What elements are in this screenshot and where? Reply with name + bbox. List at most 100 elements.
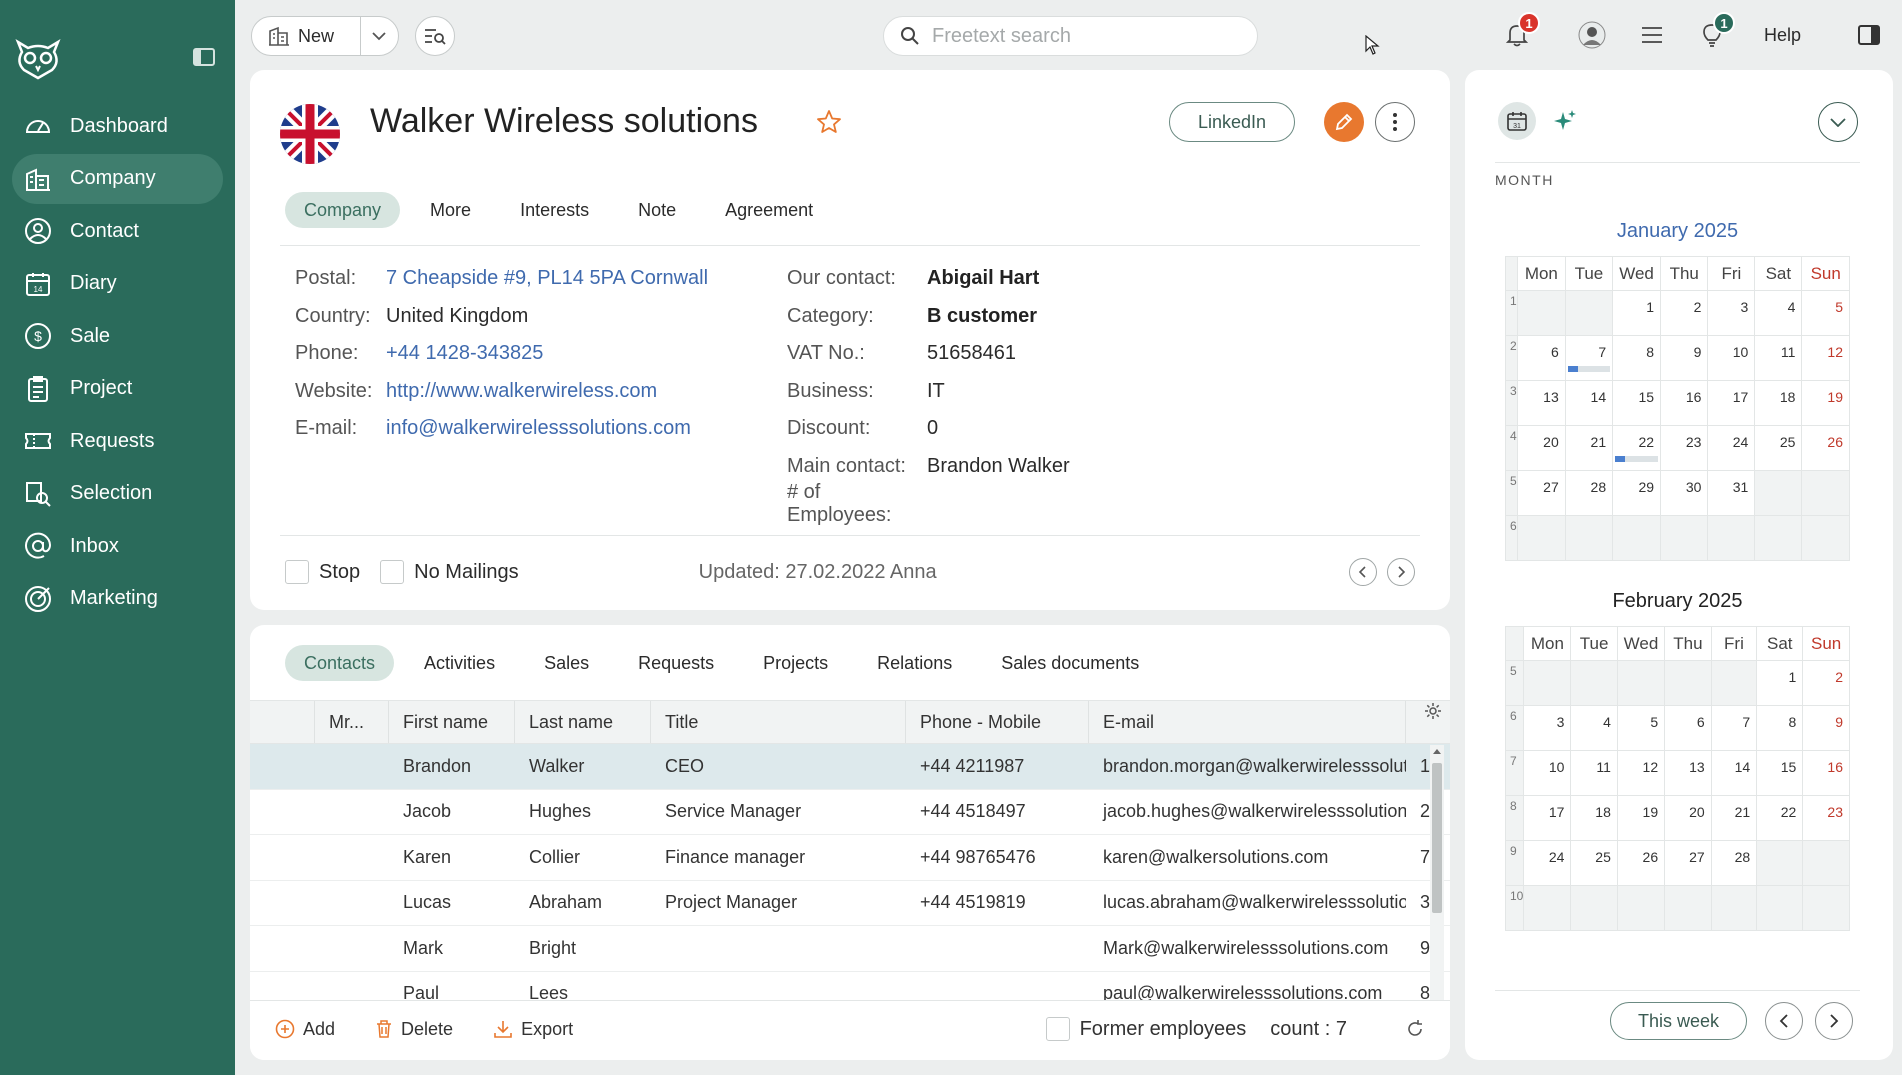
column-header[interactable]: E-mail — [1089, 701, 1406, 743]
field-value[interactable]: 7 Cheapside #9, PL14 5PA Cornwall — [386, 267, 708, 290]
calendar-day[interactable]: 4 — [1570, 705, 1618, 751]
week-number[interactable]: 6 — [1505, 515, 1518, 561]
sidebar-item-dashboard[interactable]: Dashboard — [12, 101, 223, 151]
calendar-event-bar[interactable] — [1615, 456, 1659, 462]
tab-company[interactable]: Company — [285, 192, 401, 228]
calendar-next-button[interactable] — [1815, 1002, 1853, 1040]
column-header[interactable]: Mr... — [315, 701, 389, 743]
calendar-day[interactable]: 13 — [1664, 750, 1712, 796]
calendar-day[interactable]: 12 — [1616, 750, 1666, 796]
filter-search-button[interactable] — [415, 16, 455, 56]
calendar-day[interactable]: 17 — [1707, 380, 1756, 426]
week-number[interactable]: 9 — [1504, 840, 1525, 886]
calendar-day[interactable]: 15 — [1612, 380, 1662, 426]
notifications-button[interactable]: 1 — [1500, 12, 1540, 52]
calendar-day[interactable]: 25 — [1570, 840, 1618, 886]
calendar-prev-button[interactable] — [1765, 1002, 1803, 1040]
calendar-day[interactable]: 8 — [1612, 335, 1662, 381]
calendar-day[interactable]: 11 — [1754, 335, 1803, 381]
calendar-day[interactable]: 7 — [1710, 705, 1758, 751]
field-value[interactable]: http://www.walkerwireless.com — [386, 380, 657, 403]
calendar-day[interactable]: 2 — [1802, 660, 1850, 706]
calendar-day[interactable]: 10 — [1707, 335, 1756, 381]
calendar-day[interactable]: 10 — [1523, 750, 1572, 796]
week-number[interactable]: 1 — [1505, 290, 1518, 336]
scroll-up-arrow-icon[interactable] — [1432, 747, 1442, 755]
calendar-collapse-button[interactable] — [1818, 102, 1858, 142]
sidebar-item-project[interactable]: Project — [12, 364, 223, 414]
sidebar-item-selection[interactable]: Selection — [12, 469, 223, 519]
sidebar-collapse-icon[interactable] — [193, 48, 215, 66]
week-number[interactable]: 8 — [1504, 795, 1525, 841]
calendar-day[interactable]: 1 — [1756, 660, 1804, 706]
field-value[interactable]: +44 1428-343825 — [386, 342, 543, 365]
tab-note[interactable]: Note — [619, 192, 695, 228]
calendar-day[interactable]: 25 — [1754, 425, 1803, 471]
edit-button[interactable] — [1324, 102, 1364, 142]
avatar[interactable] — [1575, 18, 1609, 52]
refresh-icon[interactable] — [1405, 1019, 1425, 1039]
calendar-day[interactable]: 19 — [1616, 795, 1666, 841]
main-menu-button[interactable] — [1635, 18, 1669, 52]
february-title[interactable]: February 2025 — [1505, 590, 1850, 613]
search-input[interactable] — [932, 24, 1232, 48]
calendar-day[interactable]: 19 — [1801, 380, 1850, 426]
calendar-day[interactable]: 20 — [1516, 425, 1566, 471]
calendar-day[interactable]: 17 — [1523, 795, 1572, 841]
delete-contact-button[interactable]: Delete — [375, 1019, 453, 1040]
column-header[interactable]: Last name — [515, 701, 651, 743]
calendar-day[interactable]: 3 — [1707, 290, 1756, 336]
calendar-day[interactable]: 2 — [1660, 290, 1709, 336]
no-mailings-checkbox[interactable] — [380, 560, 405, 584]
scrollbar-thumb[interactable] — [1432, 763, 1442, 913]
this-week-button[interactable]: This week — [1610, 1002, 1747, 1040]
new-dropdown-button[interactable] — [361, 17, 398, 55]
field-value[interactable]: info@walkerwirelesssolutions.com — [386, 417, 691, 440]
tab-requests[interactable]: Requests — [619, 645, 733, 681]
calendar-day[interactable]: 24 — [1523, 840, 1572, 886]
tab-sales-documents[interactable]: Sales documents — [982, 645, 1158, 681]
table-settings-gear-icon[interactable] — [1423, 701, 1443, 721]
help-link[interactable]: Help — [1764, 25, 1801, 46]
column-header[interactable]: Phone - Mobile — [906, 701, 1089, 743]
calendar-day[interactable]: 6 — [1516, 335, 1566, 381]
calendar-day[interactable]: 21 — [1564, 425, 1614, 471]
calendar-day[interactable]: 15 — [1756, 750, 1804, 796]
calendar-day[interactable]: 23 — [1802, 795, 1850, 841]
sidebar-item-requests[interactable]: Requests — [12, 416, 223, 466]
calendar-day[interactable]: 9 — [1660, 335, 1709, 381]
table-row[interactable]: Jacob Hughes Service Manager +44 4518497 jac… — [250, 790, 1450, 835]
calendar-day[interactable]: 23 — [1660, 425, 1709, 471]
week-number[interactable]: 3 — [1505, 380, 1518, 426]
week-number[interactable]: 4 — [1505, 425, 1518, 471]
calendar-day[interactable]: 12 — [1801, 335, 1850, 381]
previous-company-button[interactable] — [1349, 558, 1377, 586]
calendar-day[interactable]: 26 — [1616, 840, 1666, 886]
calendar-day[interactable]: 5 — [1801, 290, 1850, 336]
sidebar-item-inbox[interactable]: Inbox — [12, 521, 223, 571]
calendar-day[interactable]: 22 — [1612, 425, 1662, 471]
more-options-button[interactable] — [1375, 102, 1415, 142]
calendar-day[interactable]: 14 — [1710, 750, 1758, 796]
sidebar-item-marketing[interactable]: Marketing — [12, 574, 223, 624]
tab-activities[interactable]: Activities — [405, 645, 514, 681]
week-number[interactable]: 2 — [1505, 335, 1518, 381]
stop-checkbox[interactable] — [285, 560, 309, 584]
table-row[interactable]: Karen Collier Finance manager +44 98765476 k… — [250, 835, 1450, 881]
sidebar-item-sale[interactable]: $ Sale — [12, 311, 223, 361]
next-company-button[interactable] — [1387, 558, 1415, 586]
column-header[interactable] — [250, 701, 315, 743]
calendar-day[interactable]: 16 — [1660, 380, 1709, 426]
calendar-event-bar[interactable] — [1567, 366, 1611, 372]
calendar-day[interactable]: 21 — [1710, 795, 1758, 841]
calendar-day[interactable]: 5 — [1616, 705, 1666, 751]
calendar-day[interactable]: 28 — [1710, 840, 1758, 886]
calendar-day[interactable]: 24 — [1707, 425, 1756, 471]
calendar-day[interactable]: 27 — [1516, 470, 1566, 516]
week-number[interactable]: 6 — [1504, 705, 1525, 751]
calendar-day[interactable]: 18 — [1754, 380, 1803, 426]
calendar-day[interactable]: 14 — [1564, 380, 1614, 426]
calendar-day[interactable]: 7 — [1564, 335, 1614, 381]
owl-logo-icon[interactable] — [14, 38, 62, 80]
new-button[interactable]: New — [252, 17, 361, 55]
